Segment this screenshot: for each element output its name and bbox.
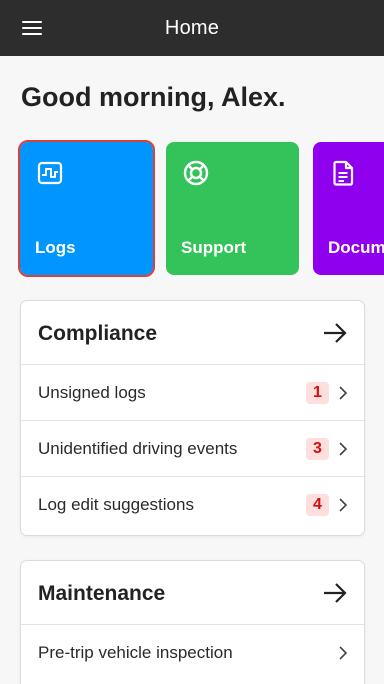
count-badge: 4 xyxy=(306,494,329,516)
chevron-right-icon xyxy=(339,442,348,456)
row-label: Unsigned logs xyxy=(38,383,146,402)
count-badge: 3 xyxy=(306,438,329,460)
row-label: Unidentified driving events xyxy=(38,439,238,458)
greeting-heading: Good morning, Alex. xyxy=(21,82,286,112)
chevron-right-icon xyxy=(339,646,348,660)
support-lifebuoy-icon xyxy=(183,160,209,186)
count-badge: 1 xyxy=(306,382,329,404)
support-tile-label: Support xyxy=(181,238,247,257)
home-screen: Home Good morning, Alex. Logs Support Do… xyxy=(0,0,384,684)
chevron-right-icon xyxy=(339,386,348,400)
compliance-row-unidentified-driving[interactable]: Unidentified driving events 3 xyxy=(21,421,364,477)
maintenance-row-pre-trip-inspection[interactable]: Pre-trip vehicle inspection xyxy=(21,625,364,681)
arrow-right-icon xyxy=(324,323,347,343)
arrow-right-icon xyxy=(324,583,347,603)
maintenance-card: Maintenance Pre-trip vehicle inspection xyxy=(20,560,365,684)
top-app-bar: Home xyxy=(0,0,384,56)
quick-action-tiles: Logs Support Documents xyxy=(0,140,384,277)
maintenance-header[interactable]: Maintenance xyxy=(21,561,364,625)
documents-tile[interactable]: Documents xyxy=(313,142,384,275)
compliance-header[interactable]: Compliance xyxy=(21,301,364,365)
document-icon xyxy=(333,160,354,186)
support-tile[interactable]: Support xyxy=(166,142,299,275)
row-label: Log edit suggestions xyxy=(38,495,194,514)
logs-icon xyxy=(37,161,63,185)
compliance-row-log-edit-suggestions[interactable]: Log edit suggestions 4 xyxy=(21,477,364,533)
chevron-right-icon xyxy=(339,498,348,512)
row-label: Pre-trip vehicle inspection xyxy=(38,643,233,662)
page-title: Home xyxy=(164,17,220,39)
maintenance-title: Maintenance xyxy=(38,582,166,605)
compliance-title: Compliance xyxy=(38,322,158,345)
documents-tile-label: Documents xyxy=(328,238,384,257)
compliance-card: Compliance Unsigned logs 1 Unidentified … xyxy=(20,300,365,536)
logs-tile[interactable]: Logs xyxy=(18,140,155,277)
logs-tile-label: Logs xyxy=(35,238,76,257)
compliance-row-unsigned-logs[interactable]: Unsigned logs 1 xyxy=(21,365,364,421)
